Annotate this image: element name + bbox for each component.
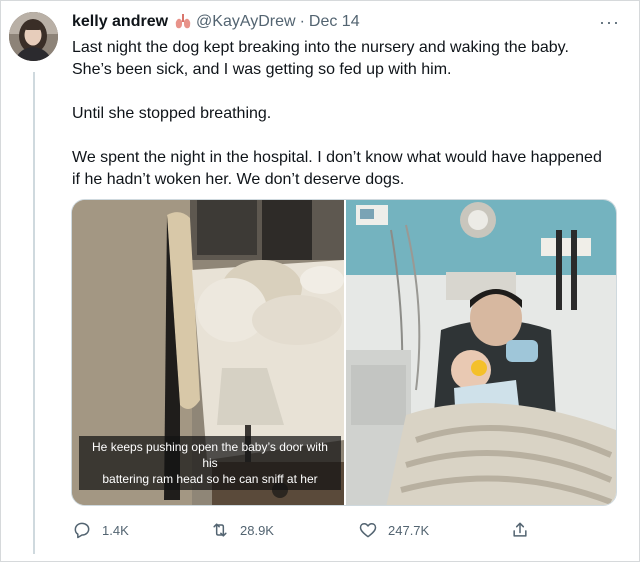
photo-hospital[interactable] [346,200,616,505]
tweet-paragraph: Until she stopped breathing. [72,103,622,125]
retweet-icon [213,523,227,537]
display-name[interactable]: kelly andrew [72,13,168,31]
retweet-button[interactable]: 28.9K [210,520,274,540]
caption-line: battering ram head so he can sniff at he… [102,472,318,486]
tweet-line: Until she stopped breathing. [72,105,272,122]
photo-bedroom[interactable]: He keeps pushing open the baby’s door wi… [72,200,344,505]
thread-line [33,72,35,554]
like-button[interactable]: 247.7K [358,520,429,540]
avatar-photo [9,12,58,61]
separator-dot: · [299,13,305,30]
heart-icon [359,523,377,538]
hospital-illustration [346,200,616,505]
tweet-header: kelly andrew @KayAyDrew · Dec 14 [72,11,360,33]
retweet-count: 28.9K [240,522,274,538]
tweet-line: if he hadn’t woken her. We don’t deserve… [72,171,405,188]
share-button[interactable] [510,520,540,540]
tweet-line: We spent the night in the hospital. I do… [72,149,602,166]
user-handle[interactable]: @KayAyDrew [196,13,296,31]
tweet-line: Last night the dog kept breaking into th… [72,39,569,56]
like-count: 247.7K [388,522,430,538]
tweet-date[interactable]: Dec 14 [309,13,360,31]
reply-icon [74,522,90,539]
reply-button[interactable]: 1.4K [72,520,129,540]
lungs-emoji-icon [174,13,192,31]
photo-caption: He keeps pushing open the baby’s door wi… [79,436,341,490]
tweet-text: Last night the dog kept breaking into th… [72,37,622,191]
caption-line: He keeps pushing open the baby’s door wi… [92,440,328,470]
media-grid: He keeps pushing open the baby’s door wi… [71,199,617,506]
tweet-paragraph: We spent the night in the hospital. I do… [72,147,622,191]
avatar[interactable] [9,12,58,61]
tweet-actions: 1.4K 28.9K 247.7K [72,520,532,544]
reply-count: 1.4K [102,522,129,538]
tweet-paragraph: Last night the dog kept breaking into th… [72,37,622,81]
share-icon [513,522,527,537]
tweet-line: She’s been sick, and I was getting so fe… [72,61,452,78]
more-options-icon[interactable]: ··· [599,12,620,33]
